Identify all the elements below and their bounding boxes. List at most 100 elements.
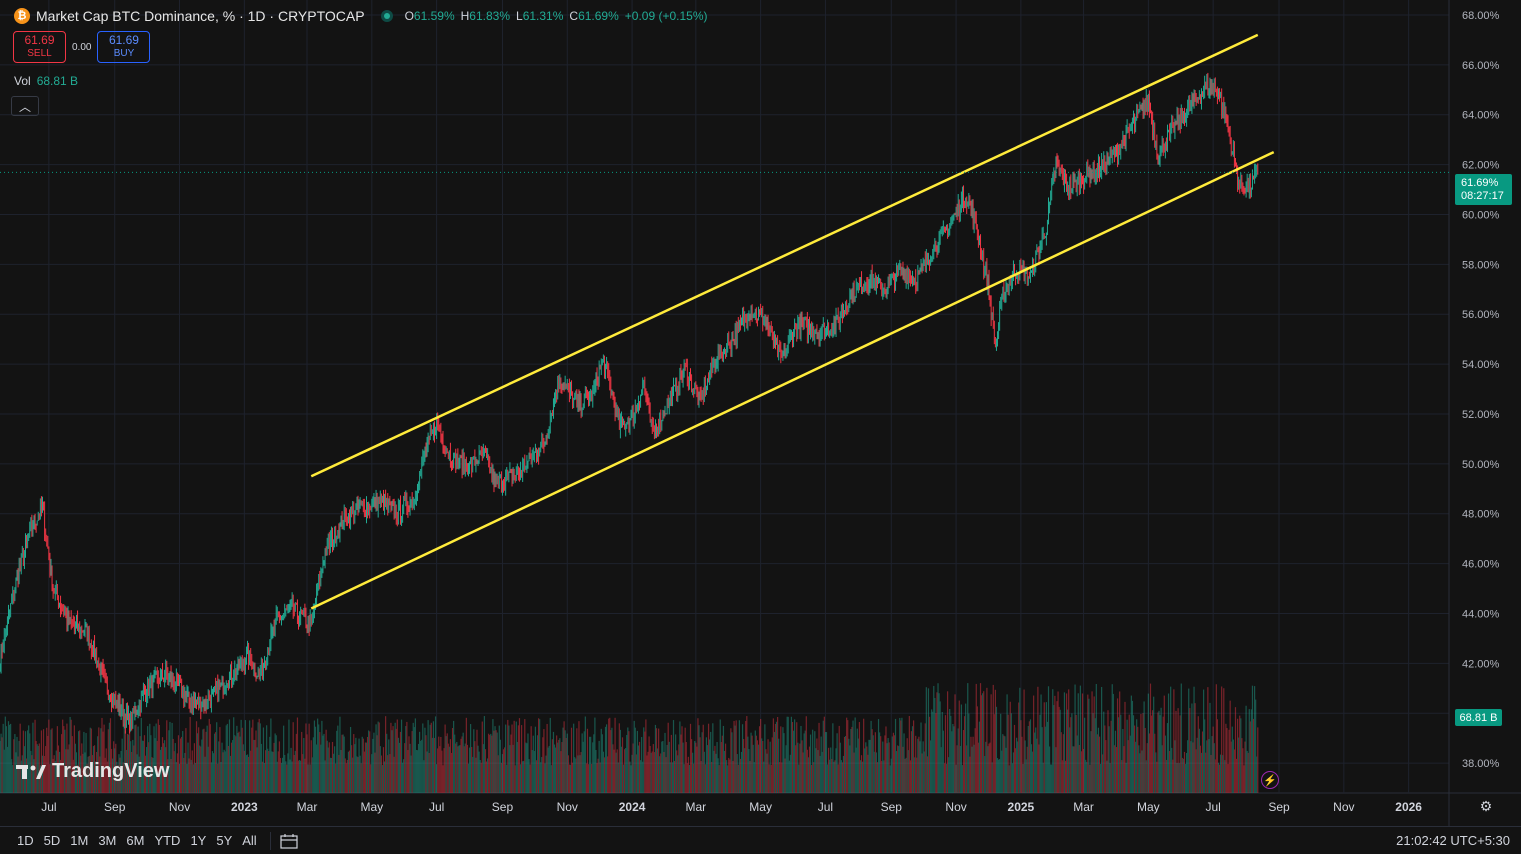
volume-bar	[581, 733, 583, 793]
volume-bar	[720, 742, 722, 793]
volume-bar	[476, 729, 478, 793]
volume-bar	[1029, 719, 1032, 793]
volume-bar	[236, 725, 238, 793]
market-status-icon[interactable]	[380, 10, 393, 22]
volume-bar	[566, 733, 568, 793]
volume-bar	[1147, 693, 1149, 793]
sell-button[interactable]: 61.69 SELL	[13, 31, 66, 63]
volume-bar	[1076, 735, 1078, 793]
volume-bar	[994, 689, 996, 793]
volume-bar	[400, 719, 403, 793]
volume-bar	[955, 764, 957, 793]
volume-legend[interactable]: Vol 68.81 B	[14, 74, 78, 88]
volume-bar	[867, 754, 869, 793]
volume-bar	[519, 764, 522, 793]
range-1d[interactable]: 1D	[12, 833, 39, 848]
range-all[interactable]: All	[237, 833, 261, 848]
volume-bar	[512, 744, 514, 793]
timezone-clock[interactable]: 21:02:42 UTC+5:30	[1396, 833, 1510, 848]
toolbar-divider	[269, 831, 271, 850]
tradingview-logo[interactable]: TradingView	[16, 760, 169, 783]
volume-bar	[488, 733, 490, 793]
volume-bar	[199, 745, 201, 793]
volume-bar	[760, 719, 762, 793]
volume-bar	[320, 744, 322, 793]
volume-bar	[1020, 720, 1022, 793]
volume-bar	[306, 734, 308, 793]
range-5y[interactable]: 5Y	[211, 833, 237, 848]
volume-bar	[934, 697, 936, 793]
volume-bar	[613, 749, 615, 793]
volume-bar	[916, 757, 918, 793]
volume-bar	[907, 750, 909, 793]
volume-bar	[175, 762, 177, 793]
volume-bar	[399, 731, 402, 793]
goto-date-icon[interactable]	[279, 832, 299, 850]
volume-bar	[480, 762, 482, 793]
volume-bar	[171, 722, 173, 793]
volume-bar	[954, 694, 956, 793]
volume-bar	[961, 765, 964, 793]
volume-bar	[775, 721, 778, 793]
range-6m[interactable]: 6M	[121, 833, 149, 848]
volume-bar	[1000, 713, 1002, 793]
volume-bar	[628, 731, 630, 793]
volume-bar	[278, 741, 280, 793]
volume-bar	[432, 721, 435, 793]
lightning-icon[interactable]: ⚡	[1261, 771, 1279, 789]
volume-bar	[1005, 747, 1007, 793]
volume-bar	[989, 742, 991, 793]
volume-bar	[449, 739, 452, 793]
buy-button[interactable]: 61.69 BUY	[97, 31, 151, 63]
volume-bar	[1031, 751, 1034, 793]
volume-bar	[792, 730, 795, 793]
volume-bar	[200, 746, 202, 793]
volume-bar	[1133, 725, 1136, 793]
range-3m[interactable]: 3M	[93, 833, 121, 848]
volume-bar	[1187, 740, 1189, 793]
symbol-title[interactable]: Market Cap BTC Dominance, % · 1D · CRYPT…	[36, 8, 365, 24]
volume-bar	[262, 727, 265, 793]
volume-bar	[1233, 749, 1236, 793]
volume-bar	[235, 736, 237, 793]
volume-bar	[700, 760, 702, 793]
volume-bar	[705, 737, 708, 793]
volume-bar	[424, 727, 426, 793]
volume-bar	[893, 735, 896, 793]
volume-bar	[558, 739, 560, 793]
collapse-legend-button[interactable]: ︿	[11, 96, 39, 116]
volume-bar	[713, 750, 715, 793]
volume-bar	[1255, 699, 1257, 793]
volume-bar	[863, 718, 865, 793]
volume-bar	[926, 756, 929, 793]
range-1m[interactable]: 1M	[65, 833, 93, 848]
volume-bar	[1041, 727, 1043, 793]
volume-bar	[392, 726, 394, 793]
y-tick-label: 68.00%	[1462, 10, 1500, 22]
volume-bar	[925, 687, 927, 793]
settings-gear-icon[interactable]: ⚙	[1478, 798, 1494, 814]
ohlc-high-value: 61.83%	[469, 9, 510, 23]
price-chart[interactable]: 38.00%40.00%42.00%44.00%46.00%48.00%50.0…	[0, 0, 1521, 854]
tradingview-logo-text: TradingView	[52, 760, 170, 782]
volume-bar	[339, 716, 341, 793]
volume-bar	[803, 733, 805, 793]
volume-bar	[213, 733, 216, 793]
volume-bar	[941, 711, 943, 793]
volume-bar	[1227, 764, 1229, 793]
volume-bar	[1119, 691, 1121, 793]
volume-bar	[450, 752, 453, 793]
volume-bar	[506, 764, 508, 793]
volume-bar	[986, 687, 988, 793]
range-ytd[interactable]: YTD	[149, 833, 185, 848]
volume-bar	[910, 731, 913, 793]
volume-bar	[871, 729, 873, 793]
volume-bar	[992, 684, 994, 793]
volume-bar	[936, 692, 938, 793]
volume-bar	[689, 723, 692, 793]
range-1y[interactable]: 1Y	[185, 833, 211, 848]
volume-bar	[1051, 764, 1053, 793]
volume-bar	[573, 723, 575, 793]
range-5d[interactable]: 5D	[39, 833, 66, 848]
volume-bar	[767, 739, 769, 793]
